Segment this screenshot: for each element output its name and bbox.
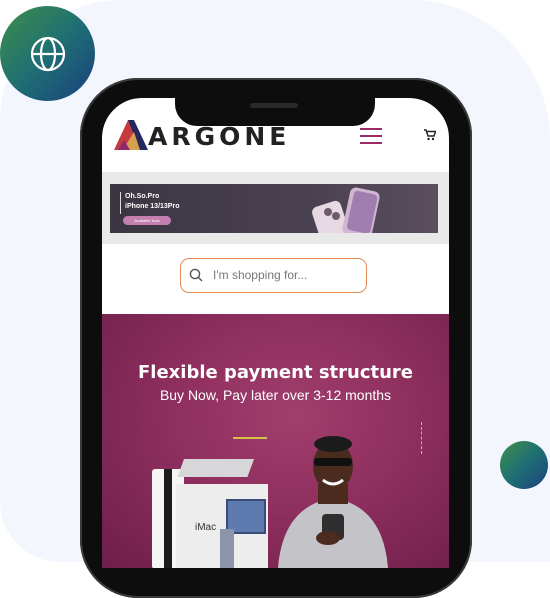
brand-logo-icon[interactable]: [114, 120, 148, 150]
hero-banner[interactable]: Flexible payment structure Buy Now, Pay …: [102, 314, 449, 568]
search-icon[interactable]: [189, 268, 203, 282]
hamburger-menu-icon[interactable]: [360, 128, 382, 149]
phone-notch: [175, 96, 375, 126]
banner-cta-button[interactable]: Available Now: [123, 216, 171, 225]
search-area: [102, 244, 449, 314]
iphone-image: [312, 187, 380, 233]
phone-screen: ARGONE Oh.So.Pro iPhone 13/13Pro Availab…: [102, 98, 449, 568]
hero-subtitle: Buy Now, Pay later over 3-12 months: [159, 387, 392, 403]
globe-icon: [30, 36, 65, 71]
search-input[interactable]: [213, 268, 353, 282]
globe-badge[interactable]: [0, 6, 95, 101]
hero-accent-line: [233, 437, 267, 439]
cart-icon[interactable]: [424, 129, 436, 141]
brand-name[interactable]: ARGONE: [148, 122, 290, 151]
promo-banner[interactable]: Oh.So.Pro iPhone 13/13Pro Available Now: [110, 184, 438, 233]
products-image: [152, 459, 268, 568]
decorative-dot: [500, 441, 548, 489]
person-image: [278, 436, 388, 568]
promo-banner-area: Oh.So.Pro iPhone 13/13Pro Available Now: [102, 172, 449, 244]
imac-box-label: iMac: [195, 522, 217, 533]
banner-divider: [120, 192, 121, 214]
search-box[interactable]: [180, 258, 367, 293]
phone-speaker: [250, 103, 298, 108]
banner-heading: Oh.So.Pro: [125, 193, 160, 200]
hero-decor-line: [421, 422, 423, 454]
banner-product: iPhone 13/13Pro: [125, 203, 180, 210]
hero-title: Flexible payment structure: [137, 362, 414, 383]
